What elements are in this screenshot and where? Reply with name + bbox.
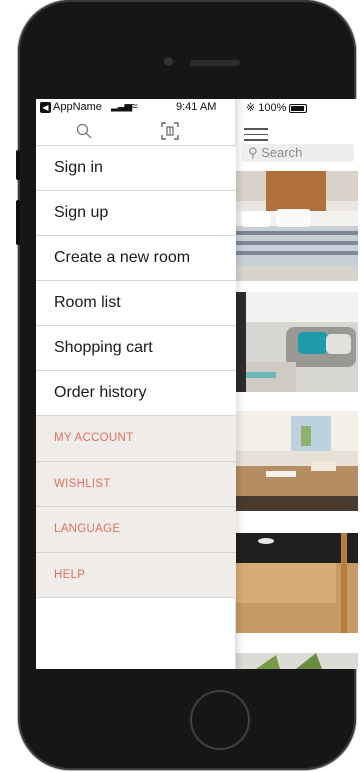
- search-placeholder: Search: [261, 145, 303, 160]
- search-icon[interactable]: [76, 123, 92, 144]
- menu-item-language[interactable]: LANGUAGE: [36, 506, 236, 552]
- menu-item-room-list[interactable]: Room list: [36, 280, 236, 325]
- bedroom-photo[interactable]: [236, 171, 358, 281]
- wifi-icon: ≈: [131, 99, 138, 113]
- menu-divider: [36, 597, 236, 598]
- bluetooth-icon: ※: [246, 102, 256, 114]
- drawer-menu: Sign in Sign up Create a new room Room l…: [36, 145, 236, 598]
- back-to-app-icon[interactable]: ◀: [40, 102, 51, 113]
- hallway-photo[interactable]: [236, 533, 358, 633]
- menu-item-label: Sign in: [54, 159, 103, 176]
- living-room-photo-image: [236, 292, 358, 392]
- menu-item-order-history[interactable]: Order history: [36, 370, 236, 415]
- menu-item-label: Order history: [54, 384, 147, 401]
- home-button[interactable]: [190, 690, 250, 750]
- drawer-toolbar: [36, 117, 236, 145]
- dining-room-photo-image: [236, 411, 358, 511]
- app-name: AppName: [53, 101, 102, 113]
- menu-item-help[interactable]: HELP: [36, 551, 236, 597]
- earpiece-speaker: [190, 60, 240, 66]
- menu-item-wishlist[interactable]: WISHLIST: [36, 460, 236, 506]
- menu-item-sign-in[interactable]: Sign in: [36, 145, 236, 190]
- navigation-drawer: ◀ AppName ▂▃▅ ≈ 9:41 AM Sign in Sign up …: [36, 99, 236, 669]
- menu-item-label: LANGUAGE: [54, 523, 121, 536]
- screen: ※ 100% ⚲ Search ◀ AppName ▂▃▅ ≈ 9:41 AM …: [36, 99, 358, 669]
- plant-photo[interactable]: [236, 653, 358, 669]
- drawer-shadow: [236, 99, 244, 669]
- search-icon: ⚲: [248, 145, 258, 160]
- main-content-panel: ※ 100% ⚲ Search: [236, 99, 358, 669]
- living-room-photo[interactable]: [236, 292, 358, 392]
- plant-photo-image: [236, 653, 358, 669]
- battery-label: 100%: [258, 102, 287, 114]
- menu-item-my-account[interactable]: MY ACCOUNT: [36, 415, 236, 461]
- menu-item-sign-up[interactable]: Sign up: [36, 190, 236, 235]
- status-bar-right: ※ 100%: [246, 101, 308, 114]
- scan-icon[interactable]: [160, 121, 180, 146]
- menu-item-label: Create a new room: [54, 249, 191, 266]
- bedroom-photo-image: [236, 171, 358, 281]
- menu-item-label: HELP: [54, 568, 86, 581]
- side-button: [16, 200, 20, 245]
- menu-item-shopping-cart[interactable]: Shopping cart: [36, 325, 236, 370]
- side-button: [16, 150, 20, 180]
- search-input[interactable]: ⚲ Search: [242, 144, 354, 162]
- front-camera: [164, 57, 173, 66]
- battery-icon: [289, 103, 308, 113]
- menu-item-label: Sign up: [54, 204, 109, 221]
- menu-item-create-room[interactable]: Create a new room: [36, 235, 236, 280]
- status-time: 9:41 AM: [176, 101, 217, 113]
- hallway-photo-image: [236, 533, 358, 633]
- menu-item-label: Room list: [54, 294, 121, 311]
- menu-item-label: MY ACCOUNT: [54, 432, 134, 445]
- menu-item-label: WISHLIST: [54, 477, 111, 490]
- signal-bars-icon: ▂▃▅: [111, 101, 132, 112]
- hamburger-menu-icon[interactable]: [244, 124, 268, 145]
- dining-room-photo[interactable]: [236, 411, 358, 511]
- status-bar: ◀ AppName ▂▃▅ ≈ 9:41 AM: [36, 99, 236, 117]
- menu-item-label: Shopping cart: [54, 339, 153, 356]
